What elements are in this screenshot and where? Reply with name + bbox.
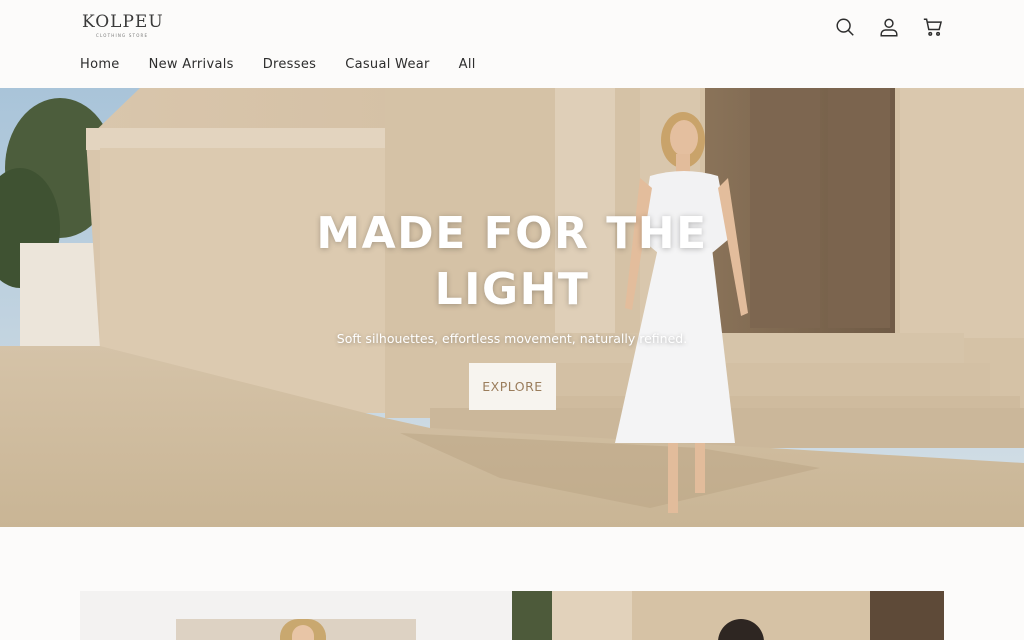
nav-dresses[interactable]: Dresses [263, 57, 316, 72]
cart-icon[interactable] [922, 15, 944, 39]
explore-button[interactable]: EXPLORE [469, 363, 556, 410]
nav-all[interactable]: All [459, 57, 476, 72]
search-icon[interactable] [834, 15, 856, 39]
header-icons [834, 14, 944, 40]
collection-image-right [718, 619, 764, 640]
hero-subtitle: Soft silhouettes, effortless movement, n… [336, 331, 688, 346]
collection-card-left[interactable] [80, 591, 512, 640]
collection-card-right[interactable] [512, 591, 944, 640]
hero-title: MADE FOR THE LIGHT [316, 208, 708, 315]
collection-image-left [176, 619, 416, 640]
brand-logo[interactable]: KOLPEU CLOTHING STORE [82, 12, 164, 40]
account-icon[interactable] [878, 15, 900, 39]
brand-name: KOLPEU [82, 12, 164, 32]
nav-home[interactable]: Home [80, 57, 120, 72]
main-nav: Home New Arrivals Dresses Casual Wear Al… [80, 57, 476, 72]
hero-banner: MADE FOR THE LIGHT Soft silhouettes, eff… [0, 88, 1024, 527]
nav-casual-wear[interactable]: Casual Wear [345, 57, 429, 72]
nav-new-arrivals[interactable]: New Arrivals [149, 57, 234, 72]
site-header: KOLPEU CLOTHING STORE Home New Arrivals … [0, 0, 1024, 88]
brand-tagline: CLOTHING STORE [96, 33, 149, 38]
